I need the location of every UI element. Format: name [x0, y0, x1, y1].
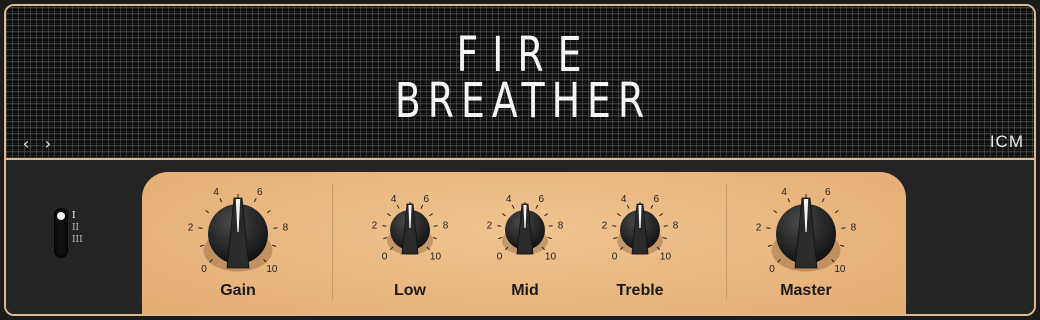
scale-number: 2 [188, 222, 194, 233]
scale-tick [787, 198, 791, 203]
scale-number: 2 [487, 220, 493, 231]
scale-number: 10 [834, 264, 846, 275]
scale-number: 4 [621, 194, 627, 205]
knob-master[interactable]: 0 2 4 6 8 10 [741, 172, 871, 282]
scale-number: 6 [654, 194, 660, 205]
scale-tick [497, 225, 502, 227]
scale-tick [199, 244, 204, 247]
scale-tick [498, 236, 503, 240]
scale-tick [659, 213, 663, 217]
scale-tick [502, 213, 506, 217]
scale-tick [613, 236, 618, 240]
switch-label-1: I [72, 211, 76, 221]
scale-tick [198, 227, 203, 229]
scale-tick [612, 225, 617, 227]
knob-low[interactable]: 0 2 4 6 8 10 [345, 172, 475, 282]
scale-number: 10 [545, 251, 557, 262]
scale-number: 2 [756, 222, 762, 233]
scale-number: 8 [851, 222, 857, 233]
scale-tick [273, 227, 278, 229]
scale-tick [617, 213, 621, 217]
switch-label-2: II [72, 223, 80, 233]
scale-number: 6 [424, 194, 430, 205]
channel-switch-labels: I II III [72, 210, 83, 246]
scale-tick [253, 198, 257, 203]
scale-number: 10 [430, 251, 442, 262]
scale-tick [387, 213, 391, 217]
scale-tick [396, 204, 400, 209]
scale-number: 8 [558, 220, 564, 231]
scale-number: 0 [497, 251, 503, 262]
scale-number: 8 [283, 222, 289, 233]
scale-tick [432, 236, 437, 240]
scale-tick [219, 198, 223, 203]
scale-number: 8 [673, 220, 679, 231]
knob-label-gain: Gain [220, 282, 256, 299]
chevron-left-icon[interactable]: ‹ [20, 134, 32, 153]
scale-tick [205, 210, 210, 214]
knob-label-treble: Treble [616, 282, 664, 299]
scale-tick [773, 210, 778, 214]
scale-number: 6 [539, 194, 545, 205]
scale-tick [511, 204, 515, 209]
divider [332, 184, 333, 300]
logo-line2: BREATHER [394, 72, 652, 129]
scale-tick [420, 204, 424, 209]
scale-tick [266, 210, 271, 214]
preset-nav: ‹ › [20, 134, 54, 153]
scale-number: 2 [372, 220, 378, 231]
scale-tick [383, 236, 388, 240]
knob-label-low: Low [394, 282, 426, 299]
scale-number: 8 [443, 220, 449, 231]
scale-number: 4 [213, 187, 219, 198]
scale-number: 0 [612, 251, 618, 262]
scale-number: 10 [266, 264, 278, 275]
scale-number: 0 [382, 251, 388, 262]
switch-label-3: III [72, 235, 83, 245]
scale-tick [767, 244, 772, 247]
control-section: I II III 0 2 4 6 8 10 Gain 0 2 4 6 8 10 Low 0 2 4 6 8 10 Mid… [6, 160, 1034, 314]
scale-tick [535, 204, 539, 209]
scale-tick [433, 225, 438, 227]
knob-treble[interactable]: 0 2 4 6 8 10 [575, 172, 705, 282]
scale-tick [662, 236, 667, 240]
scale-tick [548, 225, 553, 227]
scale-tick [626, 204, 630, 209]
scale-tick [544, 213, 548, 217]
amp-plugin: FIRE BREATHER ‹ › ICM I II III 0 2 4 6 8 10 Ga… [4, 4, 1036, 316]
scale-number: 10 [660, 251, 672, 262]
knob-panel: 0 2 4 6 8 10 Gain 0 2 4 6 8 10 Low 0 2 4 6 8 10 Mid 0 2 4 6 8 10 Tr… [142, 172, 906, 314]
speaker-grille: FIRE BREATHER ‹ › ICM [6, 6, 1034, 160]
divider [726, 184, 727, 300]
knob-mid[interactable]: 0 2 4 6 8 10 [460, 172, 590, 282]
scale-number: 0 [201, 264, 207, 275]
knob-gain[interactable]: 0 2 4 6 8 10 [173, 172, 303, 282]
switch-handle[interactable] [57, 212, 65, 220]
scale-tick [547, 236, 552, 240]
scale-tick [841, 227, 846, 229]
chevron-right-icon[interactable]: › [42, 134, 54, 153]
scale-number: 4 [781, 187, 787, 198]
scale-number: 4 [506, 194, 512, 205]
scale-number: 4 [391, 194, 397, 205]
scale-number: 2 [602, 220, 608, 231]
scale-number: 6 [825, 187, 831, 198]
scale-tick [840, 244, 845, 247]
scale-tick [272, 244, 277, 247]
brand-logo: ICM [989, 132, 1024, 151]
scale-tick [650, 204, 654, 209]
knob-label-master: Master [780, 282, 832, 299]
scale-tick [766, 227, 771, 229]
scale-number: 6 [257, 187, 263, 198]
scale-tick [429, 213, 433, 217]
logo: FIRE BREATHER [6, 30, 1034, 129]
scale-tick [821, 198, 825, 203]
channel-switch[interactable] [54, 208, 68, 258]
scale-tick [663, 225, 668, 227]
scale-number: 0 [769, 264, 775, 275]
knob-label-mid: Mid [511, 282, 539, 299]
scale-tick [834, 210, 839, 214]
scale-tick [382, 225, 387, 227]
